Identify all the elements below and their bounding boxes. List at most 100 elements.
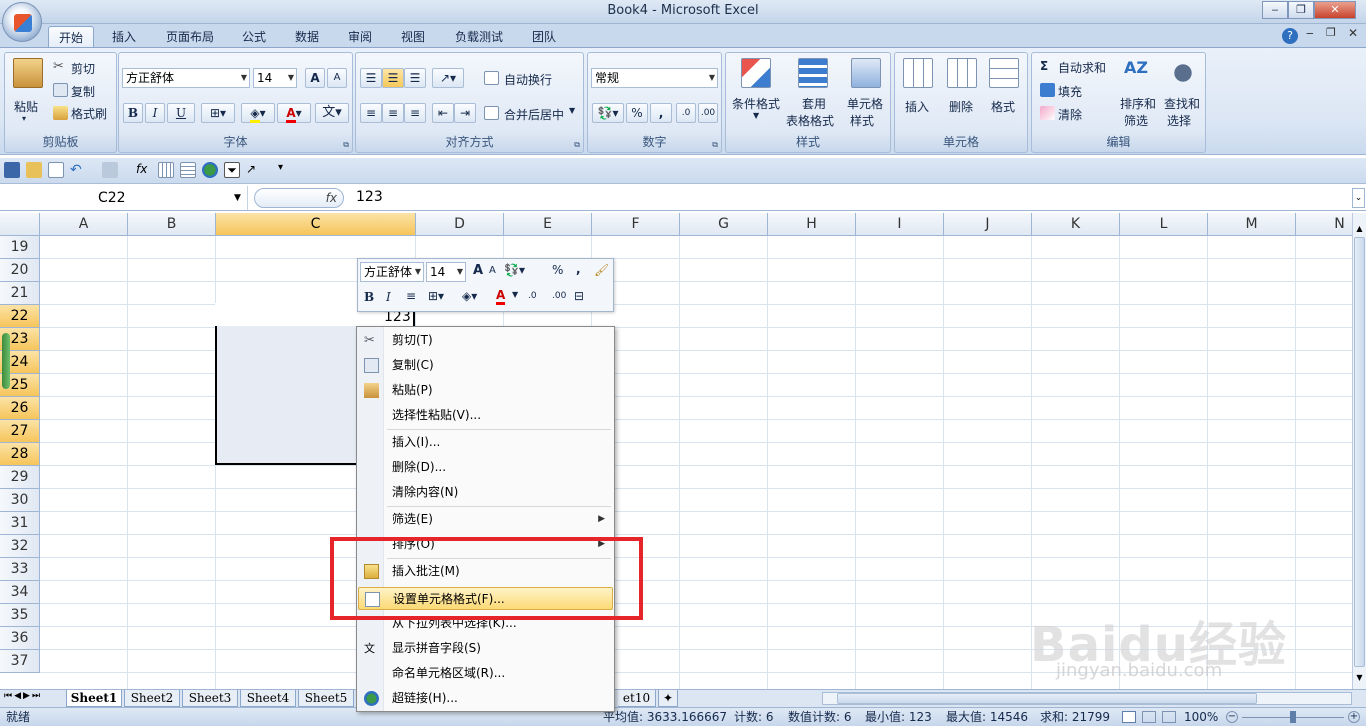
minimize-button[interactable]: ‒ (1262, 1, 1288, 19)
column-header-f[interactable]: F (592, 213, 680, 236)
column-header-d[interactable]: D (416, 213, 504, 236)
page-break-view-icon[interactable] (1162, 711, 1176, 723)
phonetic-button[interactable]: 文▾ (315, 103, 349, 123)
horizontal-scrollbar[interactable] (822, 692, 1352, 705)
percent-button[interactable]: % (626, 103, 648, 123)
globe-icon[interactable] (202, 162, 218, 178)
mini-currency-icon[interactable]: 💱▾ (504, 263, 525, 277)
font-color-button[interactable]: A▾ (277, 103, 311, 123)
tab-team[interactable]: 团队 (524, 26, 564, 48)
column-header-c[interactable]: C (216, 213, 416, 236)
sheet-tab-2[interactable]: Sheet2 (124, 690, 180, 707)
function-icon[interactable]: fx (136, 162, 152, 178)
conditional-format-button[interactable]: 条件格式 (732, 95, 780, 112)
mini-percent-button[interactable]: % (552, 263, 563, 277)
sheet-tab-10[interactable]: et10 (618, 690, 656, 707)
column-header-k[interactable]: K (1032, 213, 1120, 236)
mini-comma-button[interactable]: , (576, 262, 581, 276)
undo-icon[interactable]: ↶ (70, 162, 86, 178)
italic-button[interactable]: I (145, 103, 165, 123)
menu-item-paste[interactable]: 粘贴(P) (358, 379, 613, 402)
sort-filter-label[interactable]: 筛选 (1124, 112, 1148, 129)
row-header[interactable]: 28 (0, 443, 40, 466)
number-format-combo[interactable]: 常规 ▼ (591, 68, 718, 88)
mini-decrease-decimal-icon[interactable]: .00 (552, 291, 566, 301)
tab-home[interactable]: 开始 (48, 26, 94, 48)
open-folder-icon[interactable] (26, 162, 42, 178)
tab-review[interactable]: 审阅 (340, 26, 380, 48)
mini-bold-icon[interactable]: B (364, 290, 374, 304)
cell-styles-button[interactable]: 单元格 (847, 95, 883, 112)
expand-formula-bar-icon[interactable]: ⌄ (1352, 188, 1365, 208)
insert-cells-button[interactable]: 插入 (905, 98, 929, 115)
menu-item-hyperlink[interactable]: 超链接(H)... (358, 687, 613, 710)
find-select-label[interactable]: 选择 (1167, 112, 1191, 129)
column-header-n[interactable]: N (1296, 213, 1352, 236)
menu-item-cut[interactable]: ✂ 剪切(T) (358, 329, 613, 352)
zoom-in-icon[interactable]: + (1348, 711, 1360, 723)
sheet-tab-3[interactable]: Sheet3 (182, 690, 238, 707)
zoom-out-icon[interactable]: − (1226, 711, 1238, 723)
column-header-g[interactable]: G (680, 213, 768, 236)
decrease-indent-icon[interactable]: ⇤ (432, 103, 454, 123)
column-header-i[interactable]: I (856, 213, 944, 236)
column-header-m[interactable]: M (1208, 213, 1296, 236)
grid-icon[interactable] (158, 162, 174, 178)
menu-item-copy[interactable]: 复制(C) (358, 354, 613, 377)
menu-item-define-name[interactable]: 命名单元格区域(R)... (358, 662, 613, 685)
shrink-font-button[interactable]: A (327, 68, 347, 88)
row-header[interactable]: 22 (0, 305, 40, 328)
menu-item-insert[interactable]: 插入(I)... (358, 431, 613, 454)
table-format-button[interactable]: 套用 (802, 95, 826, 112)
cell-styles-label[interactable]: 样式 (850, 112, 874, 129)
borders-button[interactable]: ⊞▾ (201, 103, 235, 123)
comma-button[interactable]: , (650, 103, 672, 123)
increase-indent-icon[interactable]: ⇥ (454, 103, 476, 123)
currency-icon[interactable]: 💱▾ (592, 103, 624, 123)
underline-button[interactable]: U (167, 103, 195, 123)
sheet-tab-1[interactable]: Sheet1 (66, 690, 122, 707)
wrap-text-button[interactable]: 自动换行 (504, 71, 552, 88)
mini-italic-icon[interactable]: I (386, 290, 391, 304)
hscroll-thumb[interactable] (837, 693, 1257, 704)
decrease-decimal-icon[interactable]: .00 (698, 103, 718, 123)
autosum-button[interactable]: 自动求和 (1058, 59, 1106, 76)
menu-item-paste-special[interactable]: 选择性粘贴(V)... (358, 404, 613, 427)
tab-data[interactable]: 数据 (287, 26, 327, 48)
row-header[interactable]: 31 (0, 512, 40, 535)
tab-formulas[interactable]: 公式 (234, 26, 274, 48)
sort-filter-button[interactable]: 排序和 (1120, 95, 1156, 112)
chevron-down-icon[interactable]: ▼ (569, 106, 575, 115)
font-name-combo[interactable]: 方正舒体 ▼ (122, 68, 250, 88)
close-button[interactable]: ✕ (1314, 1, 1356, 19)
table-format-label[interactable]: 表格格式 (786, 112, 834, 129)
sheet-nav-icon[interactable]: ⏮◀▶⏭ (4, 691, 42, 701)
row-header[interactable]: 37 (0, 650, 40, 673)
maximize-button[interactable]: ❐ (1288, 1, 1314, 19)
help-icon[interactable]: ? (1282, 28, 1298, 44)
grow-font-button[interactable]: A (305, 68, 325, 88)
mini-font-color-icon[interactable]: A (496, 288, 506, 305)
cut-button[interactable]: 剪切 (71, 60, 95, 77)
mini-fill-icon[interactable]: ◈▾ (462, 289, 477, 303)
mini-font-combo[interactable]: 方正舒体 ▼ (360, 262, 424, 282)
formula-input[interactable]: 123 (356, 189, 383, 205)
column-header-b[interactable]: B (128, 213, 216, 236)
row-header[interactable]: 19 (0, 236, 40, 259)
select-all-button[interactable] (0, 213, 40, 236)
dialog-launcher-icon[interactable]: ⧉ (343, 140, 349, 150)
sheet-tab-5[interactable]: Sheet5 (298, 690, 354, 707)
vertical-scrollbar[interactable]: ▲ ▼ (1352, 213, 1366, 689)
normal-view-icon[interactable] (1122, 711, 1136, 723)
scrollbar-thumb[interactable] (1354, 237, 1365, 667)
row-header[interactable]: 32 (0, 535, 40, 558)
find-select-button[interactable]: 查找和 (1164, 95, 1200, 112)
fill-color-button[interactable]: ◈▾ (241, 103, 275, 123)
font-size-combo[interactable]: 14 ▼ (253, 68, 297, 88)
delete-cells-button[interactable]: 删除 (949, 98, 973, 115)
dialog-launcher-icon[interactable]: ⧉ (712, 140, 718, 150)
mini-borders-icon[interactable]: ⊞▾ (428, 289, 444, 303)
row-header[interactable]: 29 (0, 466, 40, 489)
ribbon-restore-icon[interactable]: ❐ (1326, 26, 1336, 39)
orientation-icon[interactable]: ↗▾ (432, 68, 464, 88)
